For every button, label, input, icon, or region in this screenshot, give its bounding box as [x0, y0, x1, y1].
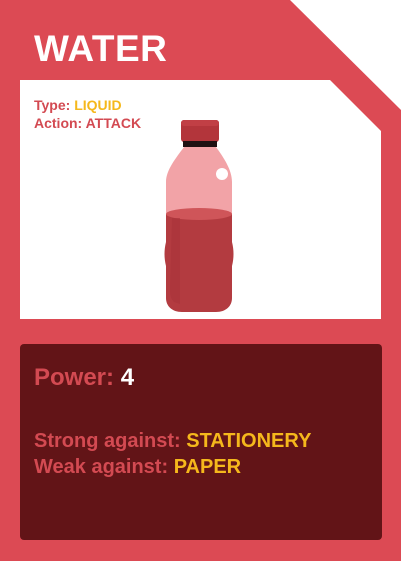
- type-label: Type:: [34, 97, 71, 113]
- action-label: Action:: [34, 115, 83, 131]
- strong-value: STATIONERY: [186, 430, 312, 452]
- power-label: Power:: [34, 364, 115, 391]
- action-row: Action: ATTACK: [34, 114, 141, 132]
- type-row: Type: LIQUID: [34, 96, 141, 114]
- matchups: Strong against: STATIONERY Weak against:…: [34, 428, 311, 480]
- weak-value: PAPER: [173, 456, 242, 478]
- action-value: ATTACK: [85, 115, 142, 131]
- weak-row: Weak against: PAPER: [34, 454, 311, 480]
- game-card[interactable]: WATER Type: LIQUID Action: ATTACK Power:…: [0, 0, 401, 561]
- card-meta: Type: LIQUID Action: ATTACK: [34, 96, 141, 132]
- power-value: 4: [120, 364, 135, 391]
- card-title: WATER: [34, 28, 168, 69]
- strong-label: Strong against:: [34, 430, 181, 452]
- strong-row: Strong against: STATIONERY: [34, 428, 311, 454]
- water-bottle-icon: [164, 120, 234, 312]
- type-value: LIQUID: [74, 97, 122, 113]
- stats-panel: Power: 4 Strong against: STATIONERY Weak…: [20, 344, 382, 540]
- weak-label: Weak against:: [34, 456, 169, 478]
- power-row: Power: 4: [34, 364, 134, 392]
